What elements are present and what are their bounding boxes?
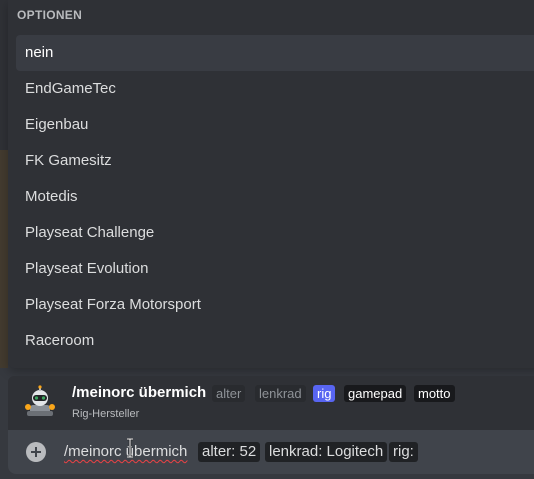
command-description: Rig-Hersteller (72, 408, 140, 420)
command-preview: /meinorc übermich Rig-Hersteller alter l… (8, 376, 534, 430)
input-chip-rig[interactable]: rig: (389, 442, 418, 462)
text-cursor-icon (127, 438, 133, 458)
input-chip-lenkrad[interactable]: lenkrad: Logitech (265, 442, 388, 462)
background-image-edge (0, 150, 8, 368)
message-input-bar[interactable]: /meinorc übermich alter: 52 lenkrad: Log… (8, 430, 534, 474)
param-chip-rig[interactable]: rig (313, 385, 336, 402)
options-autocomplete-popup: OPTIONEN nein EndGameTec Eigenbau FK Gam… (8, 0, 534, 368)
robot-avatar-icon (25, 385, 55, 416)
command-name: /meinorc übermich (72, 384, 207, 401)
option-item-motedis[interactable]: Motedis (16, 179, 534, 215)
option-item-playseat-evolution[interactable]: Playseat Evolution (16, 251, 534, 287)
option-item-raceroom[interactable]: Raceroom (16, 323, 534, 359)
option-item-fk-gamesitz[interactable]: FK Gamesitz (16, 143, 534, 179)
option-item-nein[interactable]: nein (16, 35, 534, 71)
option-item-endgametec[interactable]: EndGameTec (16, 71, 534, 107)
option-item-eigenbau[interactable]: Eigenbau (16, 107, 534, 143)
option-item-playseat-challenge[interactable]: Playseat Challenge (16, 215, 534, 251)
param-chip-alter[interactable]: alter (212, 385, 246, 402)
param-chip-lenkrad[interactable]: lenkrad (255, 385, 306, 402)
param-chip-gamepad[interactable]: gamepad (344, 385, 407, 402)
background-channel (0, 0, 8, 150)
plus-circle-icon[interactable] (26, 442, 46, 462)
options-header: OPTIONEN (17, 8, 83, 22)
options-list: nein EndGameTec Eigenbau FK Gamesitz Mot… (16, 35, 534, 359)
input-chip-alter[interactable]: alter: 52 (198, 442, 261, 462)
param-chip-motto[interactable]: motto (414, 385, 455, 402)
option-item-playseat-forza-motorsport[interactable]: Playseat Forza Motorsport (16, 287, 534, 323)
